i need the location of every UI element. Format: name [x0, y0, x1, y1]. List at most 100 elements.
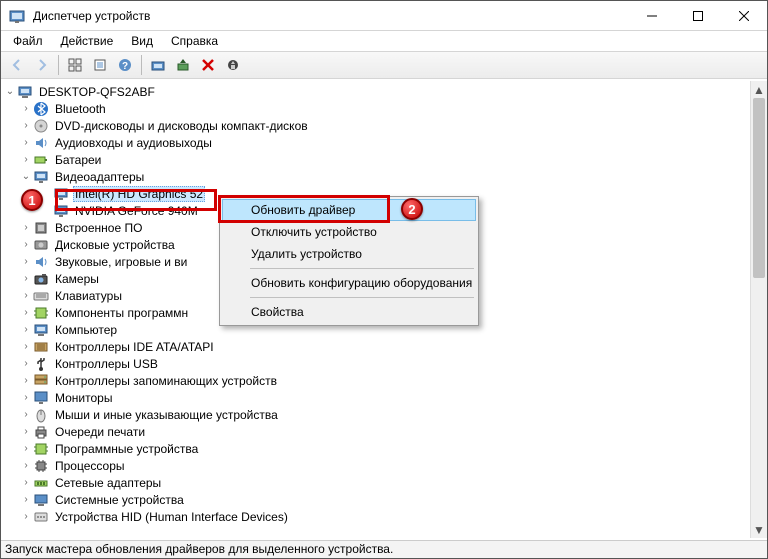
- tree-twisty-icon[interactable]: ›: [19, 154, 33, 165]
- tree-node-cat-15[interactable]: › Мониторы: [1, 389, 749, 406]
- back-button: [5, 54, 29, 76]
- titlebar: Диспетчер устройств: [1, 1, 767, 31]
- tree-node-cat-16[interactable]: ›Мыши и иные указывающие устройства: [1, 406, 749, 423]
- tree-node-cat-2[interactable]: ›Аудиовходы и аудиовыходы: [1, 134, 749, 151]
- context-update-driver[interactable]: Обновить драйвер: [222, 199, 476, 221]
- tree-node-label: DESKTOP-QFS2ABF: [37, 85, 157, 99]
- scroll-down-button[interactable]: ▼: [751, 521, 767, 538]
- tree-node-cat-4[interactable]: ⌄Видеоадаптеры: [1, 168, 749, 185]
- tree-node-root[interactable]: ⌄ DESKTOP-QFS2ABF: [1, 83, 749, 100]
- tree-node-cat-13[interactable]: › Контроллеры USB: [1, 355, 749, 372]
- toolbar-update-driver-icon[interactable]: [171, 54, 195, 76]
- toolbar-help-icon[interactable]: ?: [113, 54, 137, 76]
- toolbar-tree-icon[interactable]: [63, 54, 87, 76]
- ide-icon: [33, 339, 49, 355]
- display-icon: [53, 186, 69, 202]
- tree-twisty-icon[interactable]: ›: [19, 239, 33, 250]
- tree-twisty-icon[interactable]: ›: [19, 273, 33, 284]
- hid-icon: [33, 509, 49, 525]
- tree-node-label: Процессоры: [53, 459, 127, 473]
- tree-twisty-icon[interactable]: ›: [19, 477, 33, 488]
- system-icon: [33, 492, 49, 508]
- tree-node-cat-20[interactable]: ›Сетевые адаптеры: [1, 474, 749, 491]
- context-remove-device[interactable]: Удалить устройство: [222, 243, 476, 265]
- tree-twisty-icon[interactable]: ›: [19, 341, 33, 352]
- context-properties[interactable]: Свойства: [222, 301, 476, 323]
- tree-node-label: DVD-дисководы и дисководы компакт-дисков: [53, 119, 310, 133]
- audio-icon: [33, 135, 49, 151]
- bluetooth-icon: [33, 101, 49, 117]
- computer-icon: [33, 322, 49, 338]
- context-menu: Обновить драйвер Отключить устройство Уд…: [219, 196, 479, 326]
- context-disable-device[interactable]: Отключить устройство: [222, 221, 476, 243]
- tree-node-cat-14[interactable]: › Контроллеры запоминающих устройств: [1, 372, 749, 389]
- tree-twisty-icon[interactable]: ⌄: [3, 86, 17, 97]
- tree-node-label: Мониторы: [53, 391, 114, 405]
- audio-icon: [33, 254, 49, 270]
- tree-node-cat-1[interactable]: › DVD-дисководы и дисководы компакт-диско…: [1, 117, 749, 134]
- tree-node-label: Клавиатуры: [53, 289, 124, 303]
- menu-action[interactable]: Действие: [53, 32, 122, 50]
- tree-twisty-icon[interactable]: ›: [19, 103, 33, 114]
- tree-twisty-icon[interactable]: ›: [19, 426, 33, 437]
- menu-file[interactable]: Файл: [5, 32, 51, 50]
- maximize-button[interactable]: [675, 1, 721, 31]
- tree-twisty-icon[interactable]: ›: [19, 443, 33, 454]
- tree-twisty-icon[interactable]: ⌄: [19, 171, 33, 182]
- tree-twisty-icon[interactable]: ›: [19, 460, 33, 471]
- minimize-button[interactable]: [629, 1, 675, 31]
- disc-icon: [33, 118, 49, 134]
- tree-node-label: Встроенное ПО: [53, 221, 144, 235]
- disk-icon: [33, 237, 49, 253]
- vertical-scrollbar[interactable]: ▲ ▼: [750, 81, 767, 538]
- tree-node-cat-0[interactable]: › Bluetooth: [1, 100, 749, 117]
- tree-twisty-icon[interactable]: ›: [19, 120, 33, 131]
- keyboard-icon: [33, 288, 49, 304]
- tree-twisty-icon[interactable]: ›: [19, 307, 33, 318]
- tree-node-label: Звуковые, игровые и ви: [53, 255, 189, 269]
- tree-node-cat-17[interactable]: ›Очереди печати: [1, 423, 749, 440]
- tree-node-cat-19[interactable]: › Процессоры: [1, 457, 749, 474]
- tree-node-cat-21[interactable]: › Системные устройства: [1, 491, 749, 508]
- tree-twisty-icon[interactable]: ›: [19, 324, 33, 335]
- tree-node-label: Дисковые устройства: [53, 238, 177, 252]
- component-icon: [33, 305, 49, 321]
- toolbar-properties-icon[interactable]: [88, 54, 112, 76]
- tree-node-cat-18[interactable]: ›Программные устройства: [1, 440, 749, 457]
- tree-twisty-icon[interactable]: ›: [19, 358, 33, 369]
- tree-node-label: Контроллеры запоминающих устройств: [53, 374, 279, 388]
- tree-twisty-icon[interactable]: ›: [19, 222, 33, 233]
- tree-twisty-icon[interactable]: ›: [19, 392, 33, 403]
- tree-node-cat-3[interactable]: ›Батареи: [1, 151, 749, 168]
- tree-node-label: Компоненты программн: [53, 306, 190, 320]
- close-button[interactable]: [721, 1, 767, 31]
- display-icon: [33, 169, 49, 185]
- tree-twisty-icon[interactable]: ›: [19, 375, 33, 386]
- toolbar-scan-icon[interactable]: [146, 54, 170, 76]
- scroll-thumb[interactable]: [753, 98, 765, 278]
- tree-node-label: Системные устройства: [53, 493, 186, 507]
- menu-help[interactable]: Справка: [163, 32, 226, 50]
- menu-view[interactable]: Вид: [123, 32, 161, 50]
- tree-node-cat-22[interactable]: ›Устройства HID (Human Interface Devices…: [1, 508, 749, 525]
- scroll-up-button[interactable]: ▲: [751, 81, 767, 98]
- tree-twisty-icon[interactable]: ›: [19, 137, 33, 148]
- status-bar: Запуск мастера обновления драйверов для …: [1, 540, 767, 558]
- callout-number-1: 1: [21, 189, 43, 211]
- toolbar-disable-icon[interactable]: [196, 54, 220, 76]
- tree-twisty-icon[interactable]: ›: [19, 256, 33, 267]
- tree-node-label: Контроллеры USB: [53, 357, 160, 371]
- tree-node-label: Bluetooth: [53, 102, 108, 116]
- printer-icon: [33, 424, 49, 440]
- processor-icon: [33, 458, 49, 474]
- tree-node-cat-12[interactable]: ›Контроллеры IDE ATA/ATAPI: [1, 338, 749, 355]
- forward-button: [30, 54, 54, 76]
- tree-twisty-icon[interactable]: ›: [19, 494, 33, 505]
- tree-twisty-icon[interactable]: ›: [19, 511, 33, 522]
- context-update-config[interactable]: Обновить конфигурацию оборудования: [222, 272, 476, 294]
- app-icon: [9, 8, 25, 24]
- toolbar-uninstall-icon[interactable]: [221, 54, 245, 76]
- tree-twisty-icon[interactable]: ›: [19, 290, 33, 301]
- tree-node-label: NVIDIA GeForce 940M: [73, 204, 200, 218]
- tree-twisty-icon[interactable]: ›: [19, 409, 33, 420]
